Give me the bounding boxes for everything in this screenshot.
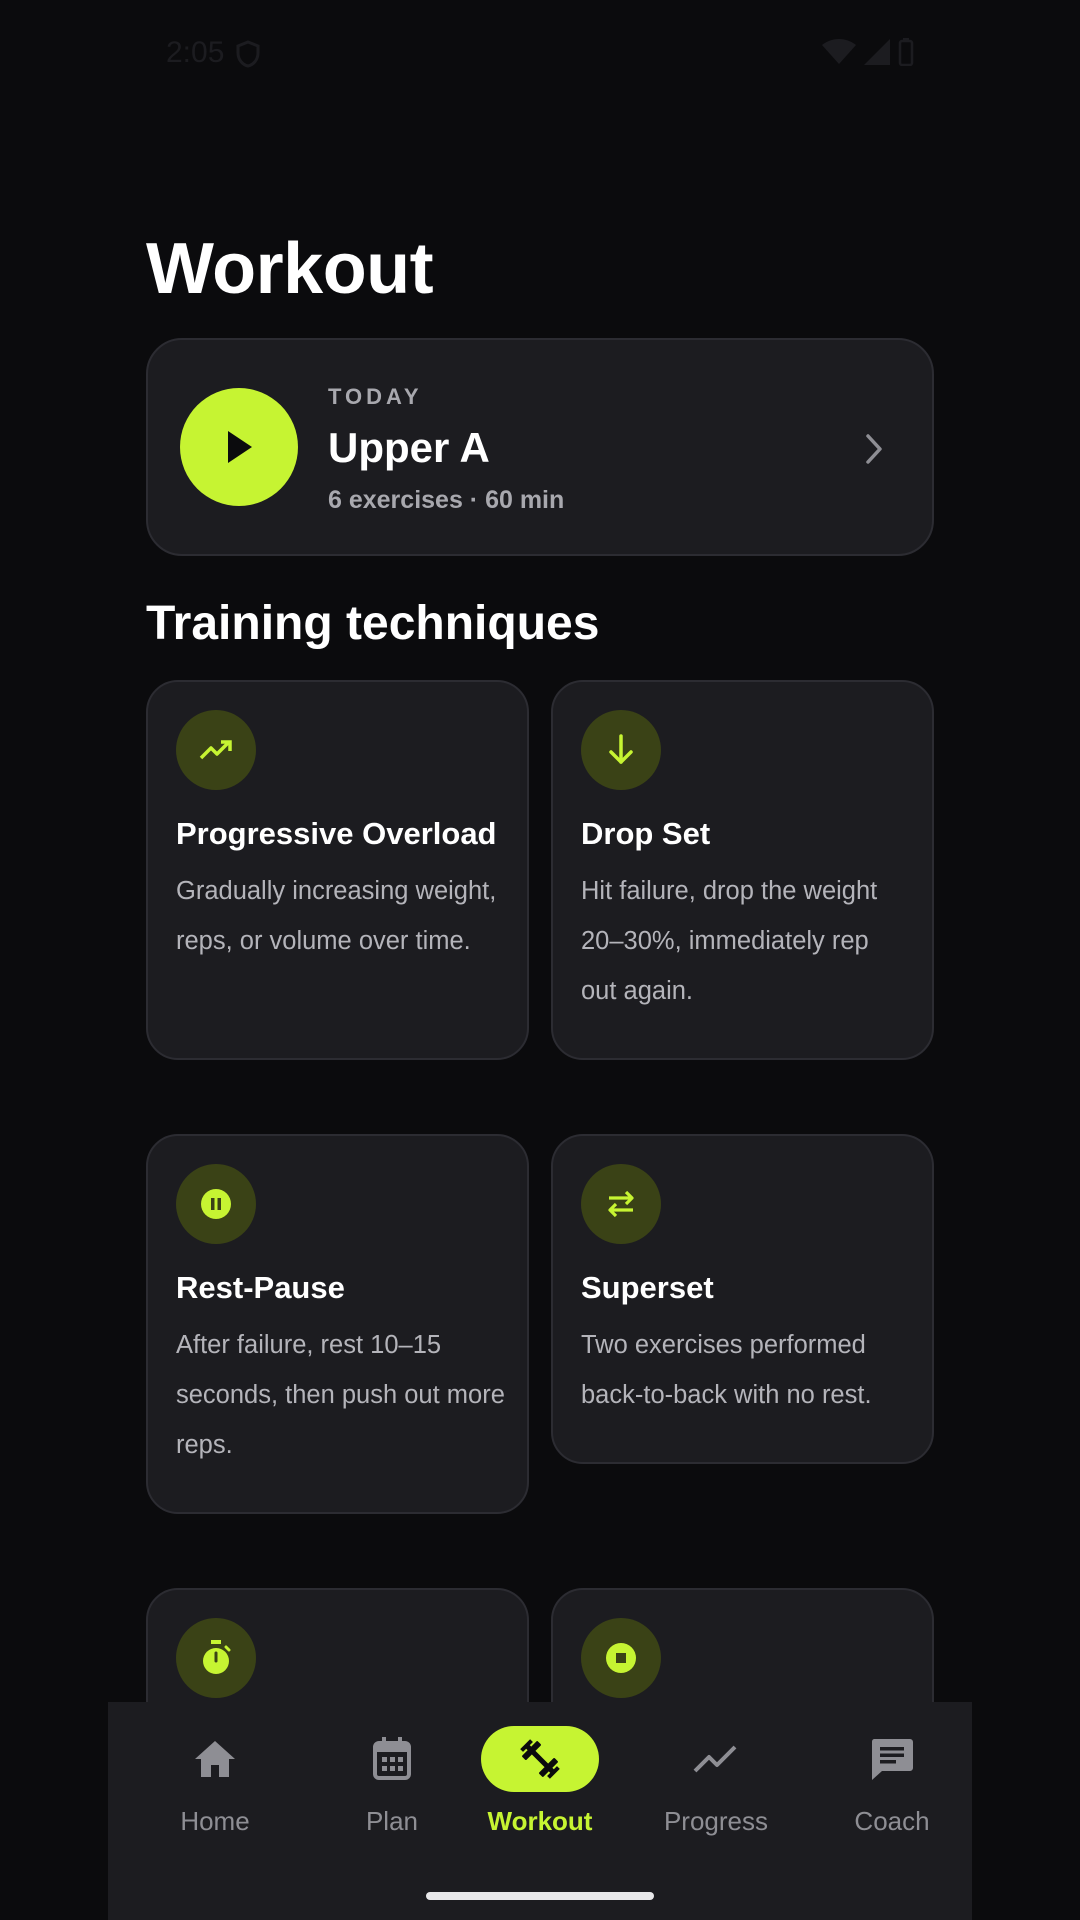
technique-description: After failure, rest 10–15 seconds, then …: [176, 1331, 505, 1459]
workout-name: Upper A: [328, 424, 490, 471]
technique-title: Progressive Overload: [176, 816, 497, 851]
technique-card-drop-set[interactable]: Drop Set Hit failure, drop the weight 20…: [551, 680, 934, 1060]
today-workout-card[interactable]: TODAY Upper A 6 exercises · 60 min: [146, 338, 934, 556]
play-button[interactable]: [180, 388, 298, 506]
pause-circle-icon: [176, 1164, 256, 1244]
swap-icon: [581, 1164, 661, 1244]
stop-circle-icon: [581, 1618, 661, 1698]
home-indicator[interactable]: [426, 1892, 654, 1900]
shield-icon: [236, 40, 260, 68]
arrow-down-icon: [581, 710, 661, 790]
workout-screen: 2:05 Workout TODAY Upper A 6 exercises ·…: [0, 0, 1080, 1920]
nav-label: Plan: [365, 1806, 419, 1836]
nav-label: Workout: [487, 1806, 593, 1836]
wifi-icon: [822, 39, 856, 64]
technique-card-superset[interactable]: Superset Two exercises performed back-to…: [551, 1134, 934, 1464]
nav-item-coach[interactable]: Coach: [812, 1702, 972, 1862]
trending-up-icon: [176, 710, 256, 790]
workout-meta: 6 exercises · 60 min: [328, 486, 565, 514]
trending-up-icon: [657, 1726, 775, 1792]
technique-card-rest-pause[interactable]: Rest-Pause After failure, rest 10–15 sec…: [146, 1134, 529, 1514]
nav-item-plan[interactable]: Plan: [312, 1702, 472, 1862]
status-time: 2:05: [166, 36, 225, 69]
nav-item-progress[interactable]: Progress: [636, 1702, 796, 1862]
chat-icon: [833, 1726, 951, 1792]
technique-description: Two exercises performed back-to-back wit…: [581, 1331, 872, 1409]
nav-item-home[interactable]: Home: [135, 1702, 295, 1862]
nav-label: Home: [180, 1806, 250, 1836]
battery-icon: [898, 38, 914, 66]
technique-description: Gradually increasing weight, reps, or vo…: [176, 877, 497, 955]
technique-card-progressive-overload[interactable]: Progressive Overload Gradually increasin…: [146, 680, 529, 1060]
technique-title: Rest-Pause: [176, 1270, 345, 1305]
page-title: Workout: [146, 229, 434, 309]
stopwatch-icon: [176, 1618, 256, 1698]
status-icons: [822, 38, 914, 66]
play-icon: [228, 431, 252, 463]
nav-label: Coach: [854, 1806, 930, 1836]
signal-icon: [864, 39, 890, 65]
status-bar: 2:05: [0, 0, 1080, 110]
nav-label: Progress: [663, 1806, 769, 1836]
bottom-navigation: Home Plan Workout Progress Coach: [108, 1702, 972, 1920]
home-icon: [156, 1726, 274, 1792]
calendar-icon: [333, 1726, 451, 1792]
technique-title: Superset: [581, 1270, 714, 1305]
section-title: Training techniques: [146, 597, 600, 650]
nav-item-workout[interactable]: Workout: [460, 1702, 620, 1862]
dumbbell-icon: [481, 1726, 599, 1792]
technique-description: Hit failure, drop the weight 20–30%, imm…: [581, 877, 878, 1005]
technique-title: Drop Set: [581, 816, 711, 851]
chevron-right-icon: [866, 434, 882, 464]
today-label: TODAY: [328, 384, 423, 409]
